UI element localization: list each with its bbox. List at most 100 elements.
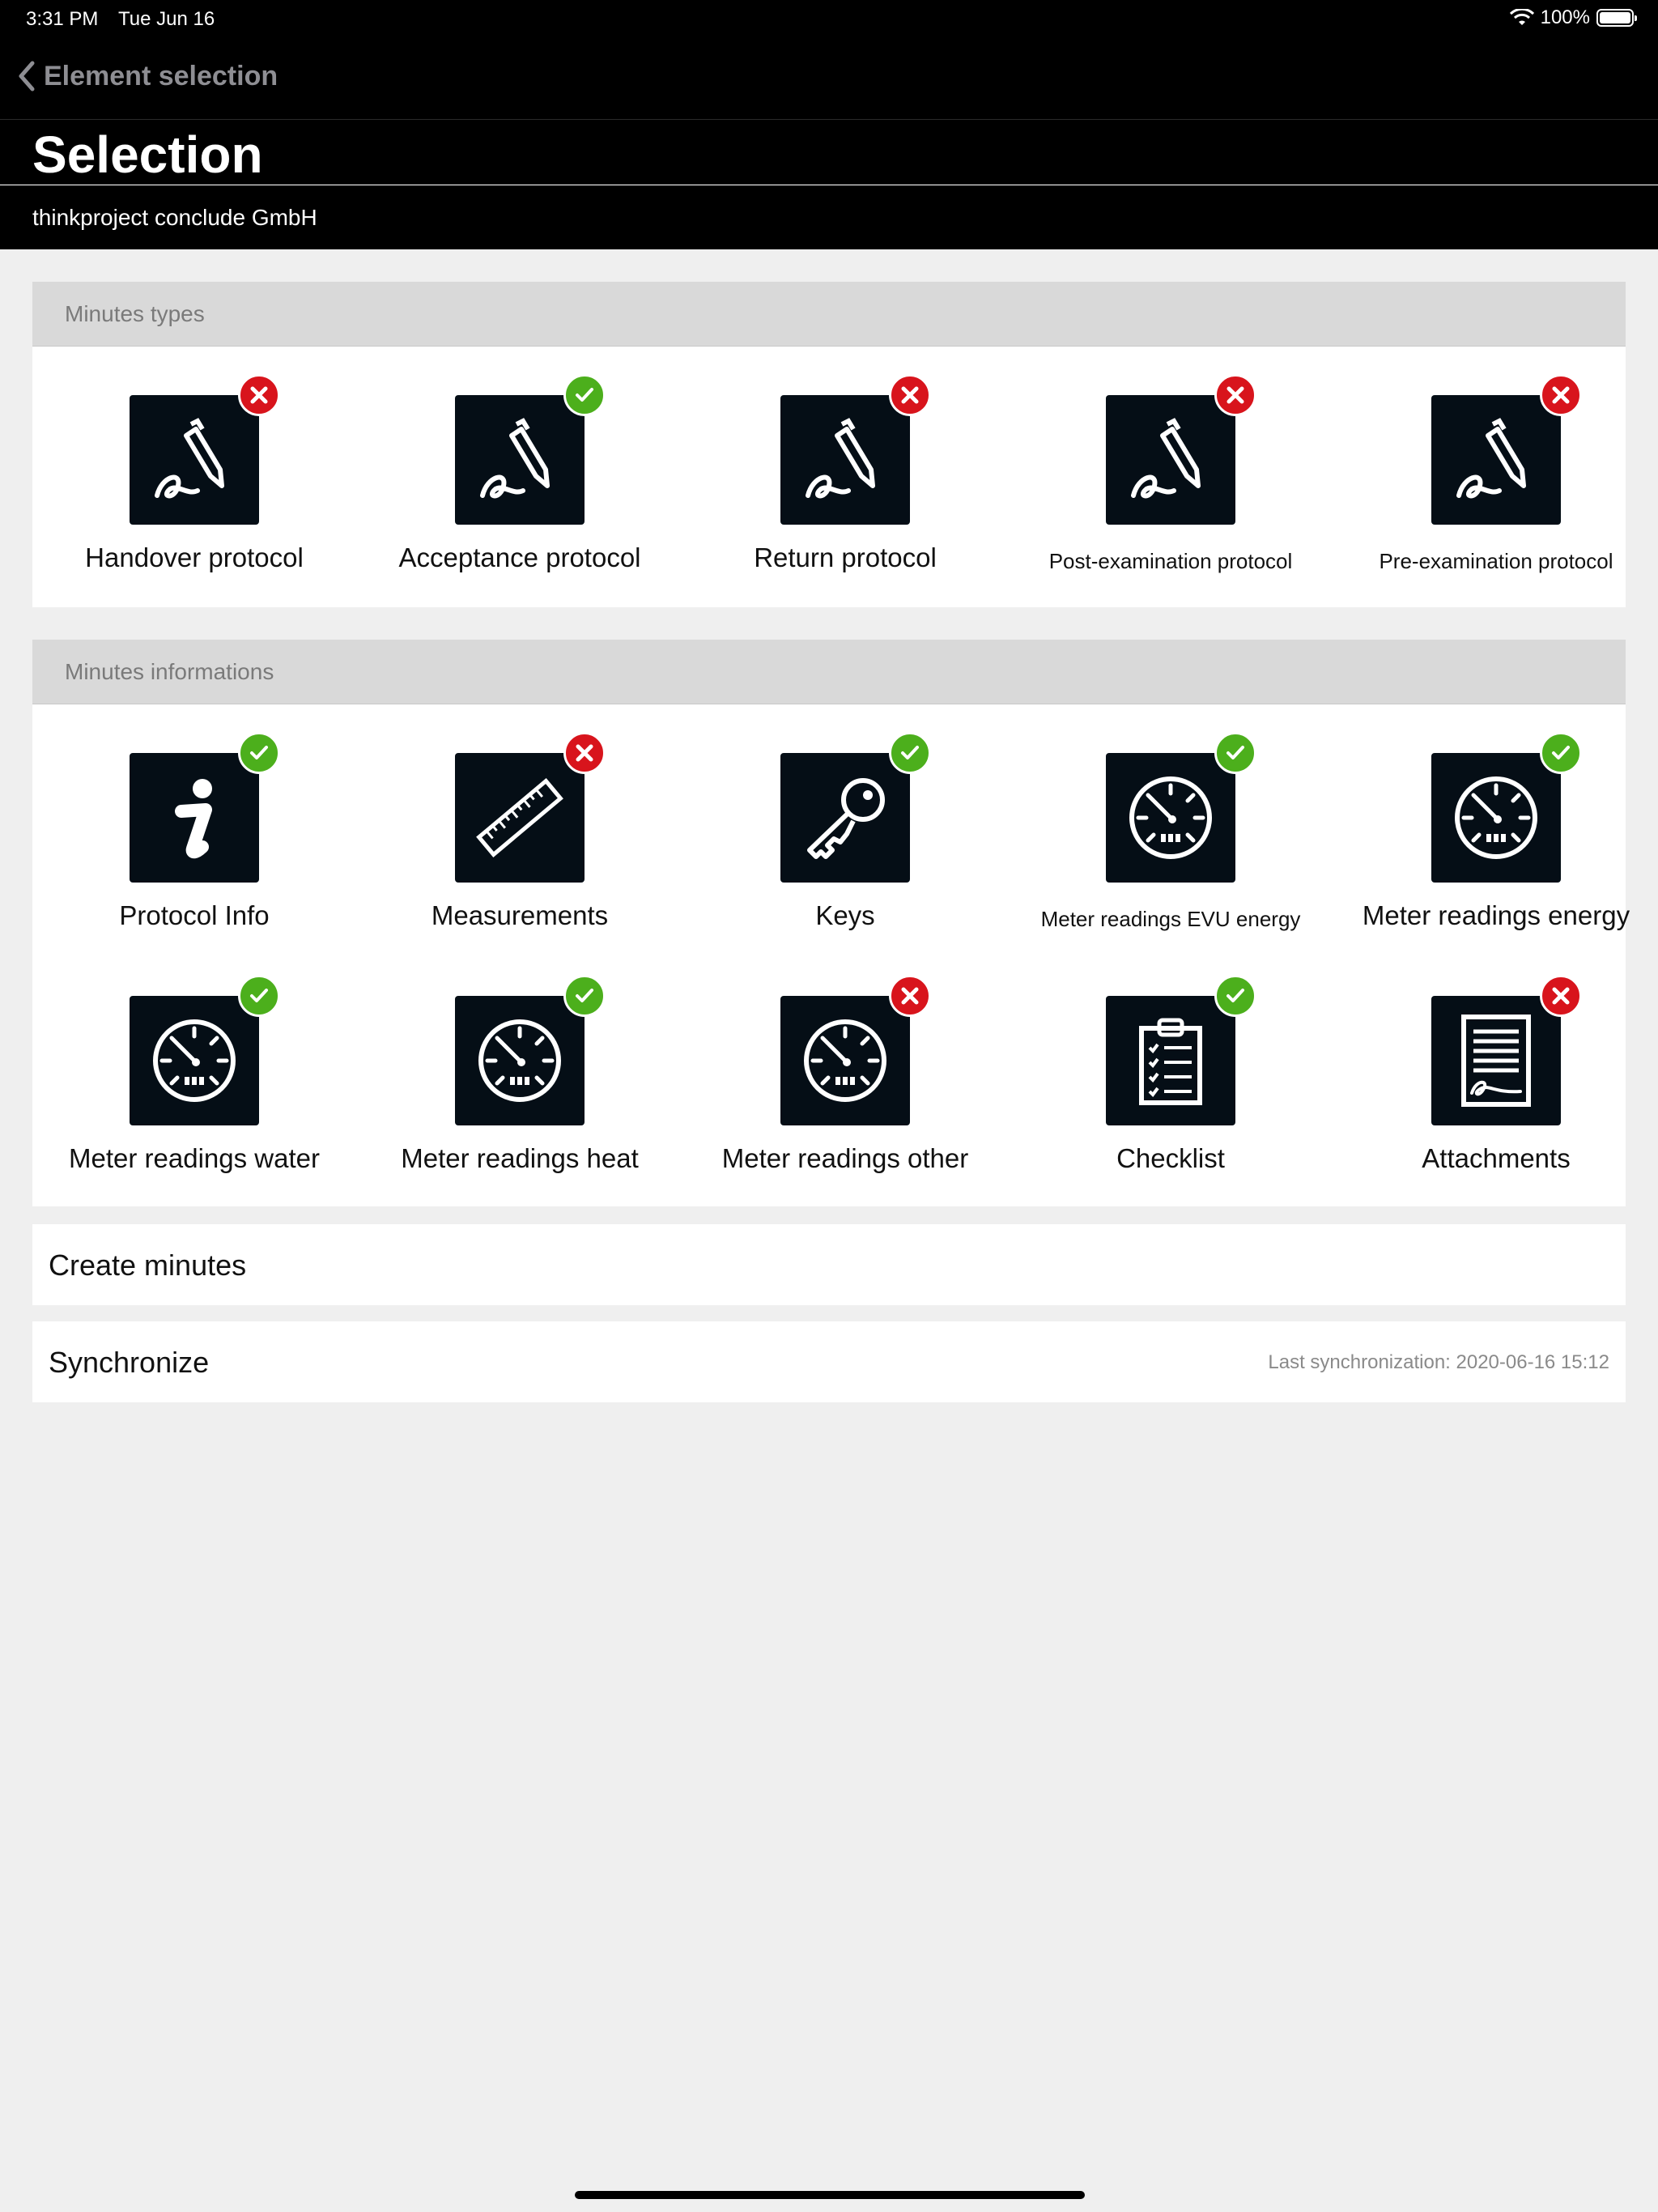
gauge-icon: [780, 975, 931, 1125]
create-minutes-label: Create minutes: [49, 1249, 247, 1282]
status-bar: 3:31 PM Tue Jun 16 100%: [0, 0, 1658, 39]
checkmark-icon: [1226, 746, 1244, 759]
tile-protocol-info[interactable]: Protocol Info: [32, 732, 357, 931]
tile-checklist[interactable]: Checklist: [1008, 975, 1333, 1174]
checkmark-icon: [576, 388, 593, 402]
cross-icon: [1226, 386, 1244, 404]
back-button[interactable]: Element selection: [18, 60, 278, 92]
checkmark-icon: [1226, 989, 1244, 1002]
tile-label: Protocol Info: [119, 900, 270, 930]
tile-meter-readings-evu-energy[interactable]: Meter readings EVU energy: [1008, 732, 1333, 932]
status-error-badge: [1540, 975, 1582, 1017]
status-ok-badge: [563, 975, 606, 1017]
battery-percent: 100%: [1540, 6, 1590, 28]
clipboard-checklist-icon: [1106, 975, 1256, 1125]
checkmark-icon: [901, 746, 919, 759]
chevron-left-icon: [19, 61, 35, 91]
cross-icon: [901, 386, 919, 404]
section-header: Minutes informations: [32, 640, 1626, 704]
tile-return-protocol[interactable]: Return protocol: [682, 374, 1008, 573]
signature-pen-icon: [455, 374, 606, 525]
status-ok-badge: [563, 374, 606, 416]
tile-meter-readings-water[interactable]: Meter readings water: [32, 975, 357, 1174]
status-error-badge: [1540, 374, 1582, 416]
checkmark-icon: [250, 989, 268, 1002]
gauge-icon: [1106, 732, 1256, 883]
tile-label: Acceptance protocol: [398, 542, 641, 572]
status-error-badge: [563, 732, 606, 774]
gauge-icon: [455, 975, 606, 1125]
status-error-badge: [889, 374, 931, 416]
tile-label: Checklist: [1116, 1143, 1225, 1173]
navigation-bar: Element selection: [0, 39, 1658, 120]
cross-icon: [576, 744, 593, 762]
status-right: 100%: [1509, 6, 1637, 29]
section-header: Minutes types: [32, 282, 1626, 347]
page-title: Selection: [32, 125, 263, 184]
ruler-icon: [455, 732, 606, 883]
info-icon: [130, 732, 280, 883]
checkmark-icon: [250, 746, 268, 759]
signature-pen-icon: [780, 374, 931, 525]
tile-meter-readings-other[interactable]: Meter readings other: [682, 975, 1008, 1174]
tile-acceptance-protocol[interactable]: Acceptance protocol: [357, 374, 682, 573]
signature-pen-icon: [1431, 374, 1582, 525]
home-indicator[interactable]: [575, 2191, 1085, 2199]
cross-icon: [250, 386, 268, 404]
status-error-badge: [238, 374, 280, 416]
tile-label: Keys: [815, 900, 875, 930]
minutes-types-panel: Minutes types Handover protocol Acceptanc…: [32, 282, 1626, 607]
status-error-badge: [1214, 374, 1256, 416]
tile-keys[interactable]: Keys: [682, 732, 1008, 931]
tile-label: Measurements: [431, 900, 609, 930]
tile-label: Meter readings heat: [401, 1143, 639, 1173]
cross-icon: [1552, 987, 1570, 1005]
tile-label: Return protocol: [754, 542, 937, 572]
synchronize-button[interactable]: Synchronize Last synchronization: 2020-0…: [32, 1321, 1626, 1402]
key-icon: [780, 732, 931, 883]
tile-label: Pre-examination protocol: [1379, 549, 1613, 573]
wifi-icon: [1509, 9, 1534, 25]
company-name: thinkproject conclude GmbH: [32, 205, 317, 230]
status-ok-badge: [889, 732, 931, 774]
tile-label: Post-examination protocol: [1048, 549, 1293, 573]
minutes-info-panel: Minutes informations Protocol Info Measur…: [32, 640, 1630, 1206]
tile-label: Meter readings water: [69, 1143, 320, 1173]
tile-pre-examination-protocol[interactable]: Pre-examination protocol: [1333, 374, 1658, 574]
signature-pen-icon: [1106, 374, 1256, 525]
status-ok-badge: [1214, 732, 1256, 774]
tile-label: Meter readings other: [721, 1143, 969, 1173]
last-sync-info: Last synchronization: 2020-06-16 15:12: [1268, 1351, 1609, 1373]
back-label: Element selection: [44, 60, 278, 91]
minutes-types-grid: Handover protocol Acceptance protocol Retu…: [32, 347, 1626, 606]
checkmark-icon: [576, 989, 593, 1002]
status-time: 3:31 PM: [26, 8, 99, 30]
tile-meter-readings-energy[interactable]: Meter readings energy: [1333, 732, 1658, 931]
gauge-icon: [1431, 732, 1582, 883]
status-date: Tue Jun 16: [118, 8, 215, 30]
company-bar: thinkproject conclude GmbH: [0, 185, 1658, 249]
tile-label: Attachments: [1422, 1143, 1571, 1173]
tile-meter-readings-heat[interactable]: Meter readings heat: [357, 975, 682, 1174]
tile-attachments[interactable]: Attachments: [1333, 975, 1658, 1174]
create-minutes-button[interactable]: Create minutes: [32, 1224, 1626, 1305]
gauge-icon: [130, 975, 280, 1125]
tile-post-examination-protocol[interactable]: Post-examination protocol: [1008, 374, 1333, 574]
signature-pen-icon: [130, 374, 280, 525]
tile-label: Handover protocol: [85, 542, 304, 572]
document-attachment-icon: [1431, 975, 1582, 1125]
battery-icon: [1596, 9, 1637, 27]
tile-handover-protocol[interactable]: Handover protocol: [32, 374, 357, 573]
status-ok-badge: [1214, 975, 1256, 1017]
tile-label: Meter readings EVU energy: [1040, 907, 1301, 931]
status-ok-badge: [238, 975, 280, 1017]
cross-icon: [901, 987, 919, 1005]
tile-measurements[interactable]: Measurements: [357, 732, 682, 931]
status-error-badge: [889, 975, 931, 1017]
minutes-info-grid: Protocol Info Measurements Keys Meter readi…: [32, 704, 1630, 1206]
status-ok-badge: [238, 732, 280, 774]
cross-icon: [1552, 386, 1570, 404]
title-bar: Selection: [0, 120, 1658, 185]
status-ok-badge: [1540, 732, 1582, 774]
tile-label: Meter readings energy: [1362, 900, 1630, 930]
